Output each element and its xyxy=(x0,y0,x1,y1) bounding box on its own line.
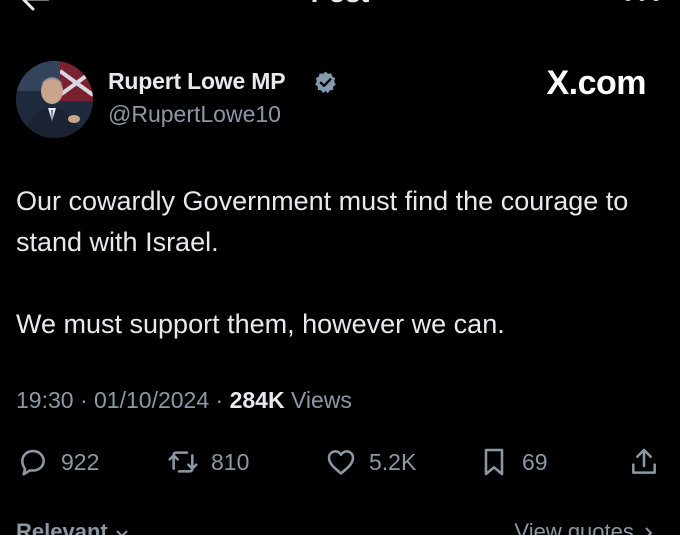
bookmark-icon xyxy=(484,448,504,476)
repost-icon xyxy=(168,451,198,473)
bookmark-button[interactable]: 69 xyxy=(478,445,548,479)
post-page: Post Rupert Lowe MP @RupertLowe10 X.com … xyxy=(0,0,680,535)
avatar[interactable] xyxy=(16,61,93,138)
bookmark-count: 69 xyxy=(522,448,548,475)
tweet-paragraph: We must support them, however we can. xyxy=(16,309,505,339)
reply-count: 922 xyxy=(61,448,100,475)
top-bar: Post xyxy=(0,0,680,18)
reply-button[interactable]: 922 xyxy=(17,445,99,479)
view-quotes-link[interactable]: View quotes xyxy=(514,519,656,535)
author-name[interactable]: Rupert Lowe MP xyxy=(108,68,286,95)
views-count: 284K xyxy=(229,387,285,413)
repost-count: 810 xyxy=(211,448,250,475)
like-button[interactable]: 5.2K xyxy=(325,445,416,479)
tweet-paragraph: Our cowardly Government must find the co… xyxy=(16,186,629,257)
tweet-meta: 19:30 · 01/10/2024 · 284K Views xyxy=(16,387,352,414)
tweet-date[interactable]: 01/10/2024 xyxy=(94,387,209,413)
sort-dropdown[interactable]: Relevant xyxy=(16,519,130,535)
avatar-photo xyxy=(16,61,93,138)
x-com-watermark: X.com xyxy=(546,64,646,102)
reply-icon xyxy=(21,449,45,476)
chevron-down-icon xyxy=(116,530,128,535)
more-icon[interactable] xyxy=(622,0,662,2)
sort-label: Relevant xyxy=(16,519,108,535)
author-handle[interactable]: @RupertLowe10 xyxy=(108,101,281,128)
view-quotes-label: View quotes xyxy=(514,519,634,535)
share-icon xyxy=(632,448,656,474)
page-title: Post xyxy=(0,0,680,9)
separator-dot: · xyxy=(215,387,230,413)
views-label: Views xyxy=(290,387,352,413)
tweet-time[interactable]: 19:30 xyxy=(16,387,74,413)
chevron-right-icon xyxy=(645,527,653,535)
like-icon xyxy=(327,450,355,475)
share-button[interactable] xyxy=(628,445,660,479)
verified-badge-icon xyxy=(315,71,336,94)
repost-button[interactable]: 810 xyxy=(167,445,249,479)
tweet-text: Our cowardly Government must find the co… xyxy=(16,181,671,345)
like-count: 5.2K xyxy=(369,448,417,475)
separator-dot: · xyxy=(79,387,95,413)
